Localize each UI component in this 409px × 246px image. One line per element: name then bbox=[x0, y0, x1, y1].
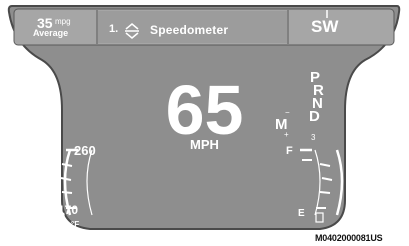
gear-d: D bbox=[309, 108, 320, 125]
speed-value: 65 bbox=[165, 71, 244, 149]
selected-gear-number: 3 bbox=[311, 133, 316, 142]
fuel-full-label: F bbox=[286, 145, 293, 157]
temperature-low-label: 170 bbox=[58, 203, 79, 217]
average-mpg-label: Average bbox=[33, 28, 69, 38]
speed-unit: MPH bbox=[190, 137, 219, 152]
temperature-unit: °F bbox=[71, 220, 80, 229]
figure-code: M0402000081US bbox=[315, 233, 383, 243]
menu-title: Speedometer bbox=[150, 23, 229, 37]
average-mpg-unit: mpg bbox=[55, 17, 71, 26]
temperature-high-label: 260 bbox=[74, 143, 96, 158]
fuel-empty-label: E bbox=[298, 208, 305, 219]
compass-heading: SW bbox=[311, 17, 339, 36]
gear-plus: + bbox=[284, 130, 289, 139]
menu-index: 1. bbox=[109, 23, 119, 35]
gear-minus: − bbox=[285, 108, 290, 117]
